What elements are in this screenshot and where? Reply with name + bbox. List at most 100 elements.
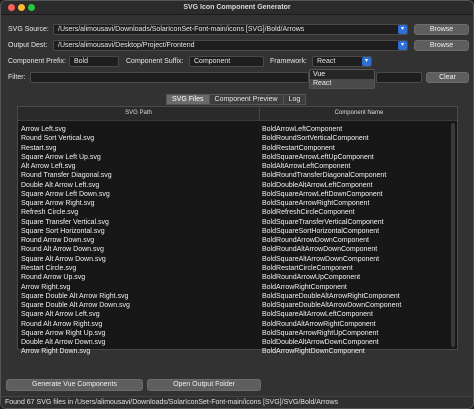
svg-path-cell: Square Alt Arrow Down.svg <box>21 255 106 263</box>
component-name-cell: BoldArrowRightDownComponent <box>262 348 365 356</box>
component-name-cell: BoldRestartCircleComponent <box>262 264 353 272</box>
svg-path-cell: Restart Circle.svg <box>21 264 77 272</box>
component-name-cell: BoldRoundArrowUpComponent <box>262 274 361 282</box>
table-row[interactable]: Square Double Alt Arrow Down.svg BoldSqua… <box>18 301 457 310</box>
svg-path-cell: Round Alt Arrow Right.svg <box>21 320 103 328</box>
table-row[interactable]: Square Arrow Left Down.svg BoldSquareArro… <box>18 190 457 199</box>
table-row[interactable]: Square Double Alt Arrow Right.svg BoldSqu… <box>18 292 457 301</box>
filter-input-extension[interactable] <box>376 72 422 83</box>
output-dest-label: Output Dest: <box>8 42 48 49</box>
svg-source-combo[interactable]: /Users/alimousavi/Downloads/SolarIconSet… <box>53 24 408 35</box>
framework-option-react[interactable]: React <box>310 79 374 88</box>
component-name-cell: BoldSquareArrowRightUpComponent <box>262 329 379 337</box>
component-name-cell: BoldSquareArrowLeftDownComponent <box>262 190 383 198</box>
table-row[interactable]: Square Arrow Right Up.svg BoldSquareArrow… <box>18 329 457 338</box>
svg-path-cell: Square Transfer Vertical.svg <box>21 218 109 226</box>
table-row[interactable]: Double Alt Arrow Left.svg BoldDoubleAltAr… <box>18 181 457 190</box>
tab-component-preview[interactable]: Component Preview <box>208 94 284 105</box>
table-row[interactable]: Square Alt Arrow Left.svg BoldSquareAltAr… <box>18 310 457 319</box>
table-row[interactable]: Restart Circle.svg BoldRestartCircleCompo… <box>18 264 457 273</box>
table-row[interactable]: Refresh Circle.svg BoldRefreshCircleCompo… <box>18 208 457 217</box>
component-name-cell: BoldArrowRightComponent <box>262 283 347 291</box>
table-row[interactable]: Arrow Left.svg BoldArrowLeftComponent <box>18 125 457 134</box>
svg-files-table[interactable]: SVG Path Component Name Arrow Left.svg Bo… <box>17 106 458 355</box>
table-row[interactable]: Square Transfer Vertical.svg BoldSquareTr… <box>18 218 457 227</box>
suffix-input[interactable]: Component <box>189 56 264 67</box>
filter-label: Filter: <box>8 74 26 81</box>
svg-path-cell: Arrow Right Down.svg <box>21 348 91 356</box>
component-name-cell: BoldRoundAltArrowDownComponent <box>262 246 378 254</box>
svg-path-cell: Square Arrow Right Up.svg <box>21 329 106 337</box>
framework-option-vue[interactable]: Vue <box>310 70 374 79</box>
component-name-cell: BoldRestartComponent <box>262 144 335 152</box>
table-row[interactable]: Round Sort Vertical.svg BoldRoundSortVert… <box>18 134 457 143</box>
table-row[interactable]: Round Alt Arrow Down.svg BoldRoundAltArro… <box>18 245 457 254</box>
component-name-cell: BoldRoundSortVerticalComponent <box>262 135 369 143</box>
table-row[interactable]: Restart.svg BoldRestartComponent <box>18 144 457 153</box>
svg-source-value: /Users/alimousavi/Downloads/SolarIconSet… <box>58 26 305 33</box>
component-name-cell: BoldSquareDoubleAltArrowRightComponent <box>262 292 400 300</box>
component-name-cell: BoldSquareArrowRightComponent <box>262 200 370 208</box>
prefix-input[interactable]: Bold <box>69 56 119 67</box>
table-header: SVG Path Component Name <box>18 107 457 121</box>
clear-button[interactable]: Clear <box>426 72 469 83</box>
svg-path-cell: Round Alt Arrow Down.svg <box>21 246 104 254</box>
output-dest-combo[interactable]: /Users/alimousavi/Desktop/Project/Fronte… <box>53 40 408 51</box>
open-output-folder-button[interactable]: Open Output Folder <box>147 379 261 391</box>
svg-path-cell: Round Arrow Up.svg <box>21 274 86 282</box>
component-name-cell: BoldSquareSortHorizontalComponent <box>262 227 380 235</box>
table-row[interactable]: Alt Arrow Left.svg BoldAltArrowLeftCompon… <box>18 162 457 171</box>
table-row[interactable]: Round Arrow Down.svg BoldRoundArrowDownCo… <box>18 236 457 245</box>
component-name-cell: BoldSquareTransferVerticalComponent <box>262 218 384 226</box>
table-row[interactable]: Double Alt Arrow Down.svg BoldDoubleAltAr… <box>18 338 457 347</box>
svg-path-cell: Round Transfer Diagonal.svg <box>21 172 112 180</box>
svg-path-cell: Square Arrow Left Down.svg <box>21 190 110 198</box>
svg-path-cell: Arrow Left.svg <box>21 126 66 133</box>
table-row[interactable]: Square Sort Horizontal.svg BoldSquareSort… <box>18 227 457 236</box>
generate-components-button[interactable]: Generate Vue Components <box>6 379 143 391</box>
table-row[interactable]: Round Alt Arrow Right.svg BoldRoundAltArr… <box>18 320 457 329</box>
vertical-scrollbar[interactable] <box>451 123 455 347</box>
filter-input[interactable] <box>30 72 309 83</box>
table-row[interactable]: Arrow Right.svg BoldArrowRightComponent <box>18 283 457 292</box>
svg-path-cell: Round Sort Vertical.svg <box>21 135 95 143</box>
svg-path-cell: Square Alt Arrow Left.svg <box>21 311 100 319</box>
chevron-down-icon[interactable]: ▾ <box>398 41 407 50</box>
tab-log[interactable]: Log <box>282 94 307 105</box>
column-header-svg-path[interactable]: SVG Path <box>18 110 259 116</box>
component-name-cell: BoldRoundTransferDiagonalComponent <box>262 172 387 180</box>
window-title: SVG Icon Component Generator <box>183 4 291 11</box>
framework-label: Framework: <box>270 58 307 65</box>
component-name-cell: BoldDoubleAltArrowDownComponent <box>262 339 379 347</box>
title-bar: SVG Icon Component Generator <box>1 1 473 15</box>
svg-path-cell: Square Arrow Left Up.svg <box>21 153 101 161</box>
output-dest-value: /Users/alimousavi/Desktop/Project/Fronte… <box>58 42 195 49</box>
column-header-component-name[interactable]: Component Name <box>260 110 458 116</box>
browse-source-button[interactable]: Browse <box>414 24 469 35</box>
component-name-cell: BoldSquareDoubleAltArrowDownComponent <box>262 302 402 310</box>
chevron-down-icon[interactable]: ▾ <box>398 25 407 34</box>
framework-dropdown: Vue React <box>309 69 375 89</box>
table-row[interactable]: Round Transfer Diagonal.svg BoldRoundTran… <box>18 171 457 180</box>
table-row[interactable]: Square Alt Arrow Down.svg BoldSquareAltAr… <box>18 255 457 264</box>
chevron-down-icon[interactable]: ▾ <box>362 57 371 66</box>
svg-path-cell: Round Arrow Down.svg <box>21 237 95 245</box>
framework-selected-value: React <box>317 58 336 65</box>
framework-select[interactable]: React ▾ <box>312 56 372 67</box>
tab-bar: SVG Files Component Preview Log <box>166 94 307 105</box>
svg-path-cell: Alt Arrow Left.svg <box>21 163 76 171</box>
component-name-cell: BoldDoubleAltArrowLeftComponent <box>262 181 373 189</box>
svg-source-label: SVG Source: <box>8 26 49 33</box>
svg-path-cell: Square Sort Horizontal.svg <box>21 227 105 235</box>
app-window: SVG Icon Component Generator SVG Source:… <box>0 0 474 409</box>
browse-output-button[interactable]: Browse <box>414 40 469 51</box>
tab-svg-files[interactable]: SVG Files <box>166 94 210 105</box>
table-row[interactable]: Square Arrow Left Up.svg BoldSquareArrowL… <box>18 153 457 162</box>
component-name-cell: BoldSquareArrowLeftUpComponent <box>262 153 374 161</box>
svg-path-cell: Square Arrow Right.svg <box>21 200 95 208</box>
svg-path-cell: Restart.svg <box>21 144 57 152</box>
status-bar: Found 67 SVG files in /Users/alimousavi/… <box>1 396 473 408</box>
table-row[interactable]: Square Arrow Right.svg BoldSquareArrowRig… <box>18 199 457 208</box>
table-row[interactable]: Round Arrow Up.svg BoldRoundArrowUpCompon… <box>18 273 457 282</box>
table-row[interactable]: Arrow Right Down.svg BoldArrowRightDownCo… <box>18 347 457 356</box>
